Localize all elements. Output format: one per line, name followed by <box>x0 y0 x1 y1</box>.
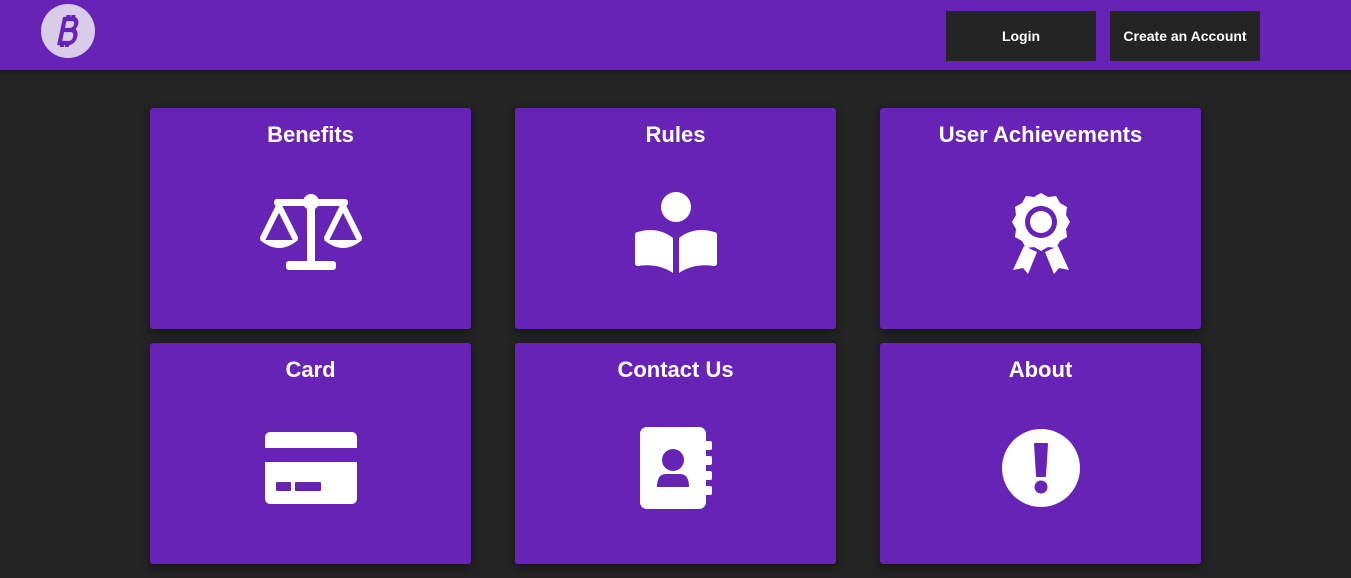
card-title: About <box>1008 357 1073 382</box>
credit-card-icon <box>264 432 357 504</box>
card-user-achievements[interactable]: User Achievements <box>880 108 1201 329</box>
card-title: Benefits <box>267 122 354 147</box>
card-card[interactable]: Card <box>150 343 471 564</box>
login-button[interactable]: Login <box>946 11 1096 61</box>
exclamation-circle-icon <box>1001 429 1080 507</box>
top-navigation-bar: Login Create an Account <box>0 0 1351 70</box>
bitcoin-icon <box>57 15 79 47</box>
card-title: User Achievements <box>938 122 1143 147</box>
create-account-button[interactable]: Create an Account <box>1110 11 1260 61</box>
bitcoin-logo[interactable] <box>41 4 95 58</box>
card-rules[interactable]: Rules <box>515 108 836 329</box>
address-book-icon <box>639 427 712 509</box>
card-contact-us[interactable]: Contact Us <box>515 343 836 564</box>
scale-balance-icon <box>259 194 362 270</box>
card-title: Card <box>285 357 336 382</box>
award-ribbon-icon <box>1011 193 1070 274</box>
card-title: Rules <box>645 122 706 147</box>
card-title: Contact Us <box>617 357 734 382</box>
card-benefits[interactable]: Benefits <box>150 108 471 329</box>
book-reader-icon <box>634 192 717 273</box>
card-about[interactable]: About <box>880 343 1201 564</box>
